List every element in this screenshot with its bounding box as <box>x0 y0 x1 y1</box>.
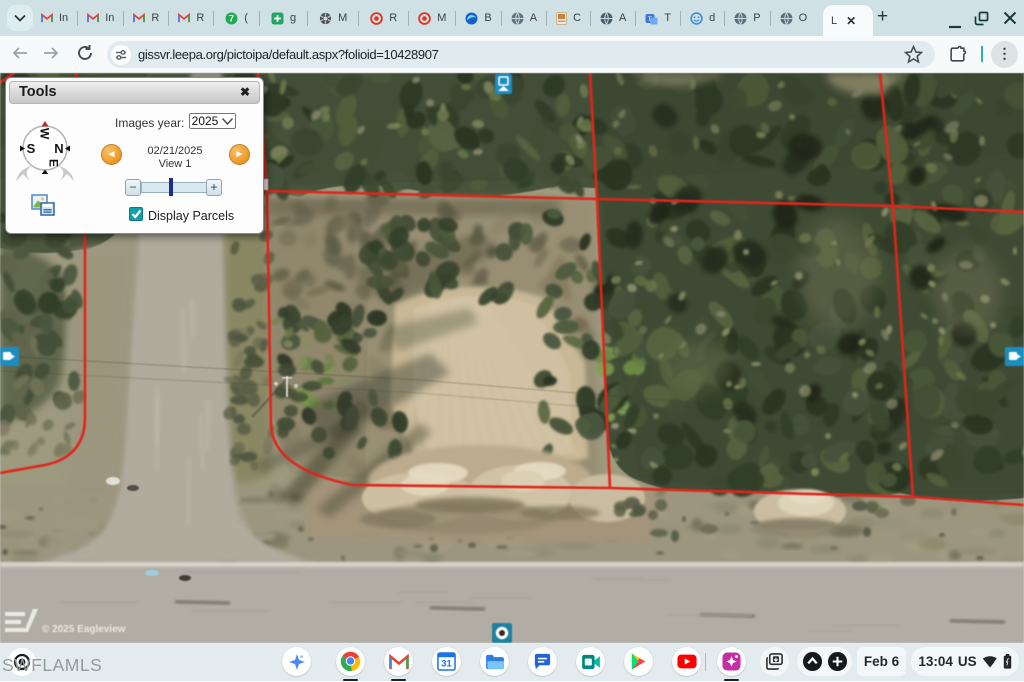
svg-text:S: S <box>27 141 36 156</box>
svg-text:© 2025 Eagleview: © 2025 Eagleview <box>42 624 126 635</box>
svg-text:7: 7 <box>229 13 234 23</box>
svg-text:E: E <box>47 159 61 167</box>
svg-text:T: T <box>648 16 652 23</box>
svg-text:31: 31 <box>441 659 452 670</box>
svg-text:N: N <box>54 141 63 156</box>
svg-text:W: W <box>38 128 52 140</box>
